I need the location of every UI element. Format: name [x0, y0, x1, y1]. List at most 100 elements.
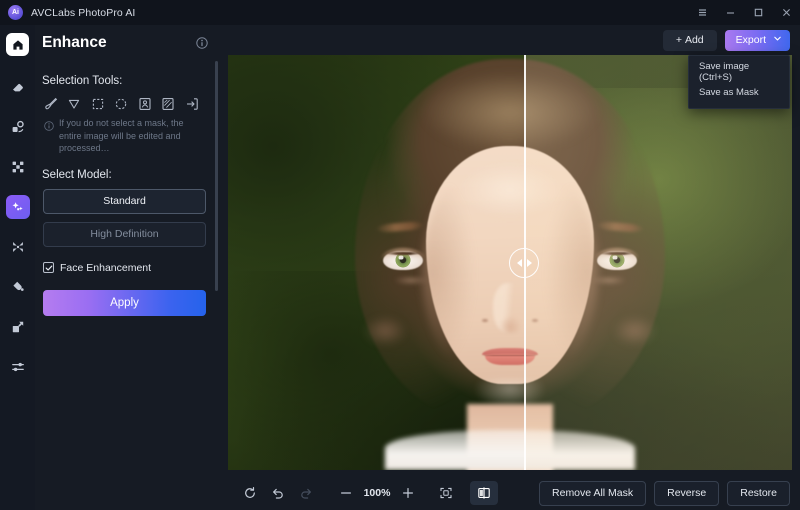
- fit-frame-icon: [440, 487, 452, 499]
- add-button-label: Add: [684, 34, 704, 46]
- eyelash-right: [597, 251, 636, 255]
- face-enhancement-checkbox[interactable]: Face Enhancement: [35, 247, 220, 274]
- zoom-out-button[interactable]: [332, 481, 360, 505]
- add-plus-icon: +: [675, 34, 682, 46]
- brush-tool[interactable]: [43, 96, 58, 111]
- import-mask-tool[interactable]: [184, 96, 199, 111]
- background-icon: [12, 161, 23, 173]
- object-removal-icon: [12, 120, 24, 133]
- dashed-circle-icon: [115, 98, 127, 109]
- sidebar-item-enhance[interactable]: [5, 195, 30, 219]
- add-button[interactable]: + Add: [662, 29, 717, 51]
- menu-button[interactable]: [688, 0, 716, 25]
- menu-item-save-as-mask[interactable]: Save as Mask: [689, 82, 789, 103]
- app-title: AVCLabs PhotoPro AI: [31, 6, 136, 19]
- fit-screen-button[interactable]: [432, 481, 460, 505]
- checkbox-check-icon: [43, 262, 54, 273]
- rectangle-select-tool[interactable]: [90, 96, 105, 111]
- export-button-label: Export: [735, 34, 766, 46]
- lips: [482, 347, 538, 366]
- zoom-level-label[interactable]: 100%: [360, 487, 394, 499]
- sidebar-item-object-removal[interactable]: [6, 115, 30, 139]
- maximize-button[interactable]: [744, 0, 772, 25]
- brush-icon: [44, 97, 57, 109]
- paint-drop-icon: [12, 281, 24, 291]
- shoulders: [385, 430, 635, 470]
- sidebar-item-adjust[interactable]: [6, 355, 30, 379]
- arrow-right-icon: [526, 258, 532, 267]
- export-dropdown-menu: Save image (Ctrl+S) Save as Mask: [688, 55, 790, 109]
- reverse-button[interactable]: Reverse: [654, 480, 720, 506]
- apply-button[interactable]: Apply: [43, 289, 206, 316]
- model-high-definition-button[interactable]: High Definition: [43, 221, 206, 247]
- eye-right: [594, 247, 639, 270]
- selection-tools-label: Selection Tools:: [42, 75, 123, 87]
- zoom-controls: 100%: [236, 481, 498, 505]
- left-icon-rail: [0, 25, 35, 510]
- home-icon: [12, 39, 23, 50]
- portrait-box-icon: [138, 97, 151, 110]
- sliders-icon: [11, 362, 24, 372]
- model-standard-button[interactable]: Standard: [43, 188, 206, 214]
- portrait-select-tool[interactable]: [137, 96, 152, 111]
- action-bar: + Add Export: [220, 25, 800, 55]
- panel-header: Enhance: [35, 25, 220, 61]
- cheek-right: [612, 316, 657, 347]
- undereye-right: [591, 277, 626, 286]
- app-window: Ai AVCLabs PhotoPro AI Enhance Selection…: [0, 0, 800, 510]
- pattern-select-tool[interactable]: [161, 96, 176, 111]
- compare-split-handle[interactable]: [509, 247, 540, 278]
- minus-icon: [340, 492, 351, 494]
- close-button[interactable]: [772, 0, 800, 25]
- sidebar-item-home[interactable]: [6, 33, 29, 56]
- sidebar-item-resize[interactable]: [6, 315, 30, 339]
- enhance-wand-icon: [12, 202, 23, 211]
- menu-item-save-image[interactable]: Save image (Ctrl+S): [689, 61, 789, 83]
- mask-hint: If you do not select a mask, the entire …: [35, 111, 220, 155]
- undereye-left: [394, 277, 429, 286]
- arrow-left-icon: [516, 258, 522, 267]
- mask-hint-text: If you do not select a mask, the entire …: [59, 118, 184, 153]
- mouth-line: [484, 354, 536, 357]
- arrow-into-box-icon: [186, 97, 198, 110]
- nose: [493, 283, 527, 334]
- mask-action-buttons: Remove All Mask Reverse Restore: [539, 480, 790, 506]
- eyelash-left: [384, 251, 423, 255]
- export-button[interactable]: Export: [724, 29, 790, 51]
- sidebar-item-upscale[interactable]: [6, 235, 30, 259]
- sidebar-item-erase[interactable]: [6, 75, 30, 99]
- undo-button[interactable]: [264, 481, 292, 505]
- chevron-down-icon: [773, 34, 782, 46]
- zoom-in-button[interactable]: [394, 481, 422, 505]
- ellipse-select-tool[interactable]: [114, 96, 129, 111]
- sidebar-item-background[interactable]: [6, 155, 30, 179]
- pointer-icon: [68, 99, 80, 109]
- redo-button[interactable]: [292, 481, 320, 505]
- selection-tools-row: [35, 87, 220, 111]
- sidebar-scrollbar[interactable]: [215, 61, 218, 291]
- minimize-button[interactable]: [716, 0, 744, 25]
- titlebar: Ai AVCLabs PhotoPro AI: [0, 0, 800, 25]
- reset-button[interactable]: [236, 481, 264, 505]
- hair-highlight: [420, 71, 600, 152]
- nostril-left: [481, 318, 488, 323]
- window-controls: [688, 0, 800, 25]
- page-title: Enhance: [42, 34, 107, 51]
- split-compare-icon: [478, 487, 490, 499]
- face-enhancement-label: Face Enhancement: [60, 261, 152, 274]
- cheek-left: [363, 316, 408, 347]
- image-canvas[interactable]: [228, 55, 792, 470]
- info-icon[interactable]: [196, 37, 208, 49]
- upscale-icon: [12, 242, 23, 252]
- dashed-square-icon: [92, 98, 103, 109]
- app-logo-icon: Ai: [8, 5, 23, 20]
- select-model-label: Select Model:: [42, 168, 112, 181]
- resize-icon: [12, 321, 23, 333]
- eye-left: [381, 247, 426, 270]
- remove-all-mask-button[interactable]: Remove All Mask: [539, 480, 647, 506]
- refresh-icon: [245, 487, 255, 498]
- restore-button[interactable]: Restore: [727, 480, 790, 506]
- compare-button[interactable]: [470, 481, 498, 505]
- sidebar-item-colorize[interactable]: [6, 275, 30, 299]
- lasso-tool[interactable]: [67, 96, 82, 111]
